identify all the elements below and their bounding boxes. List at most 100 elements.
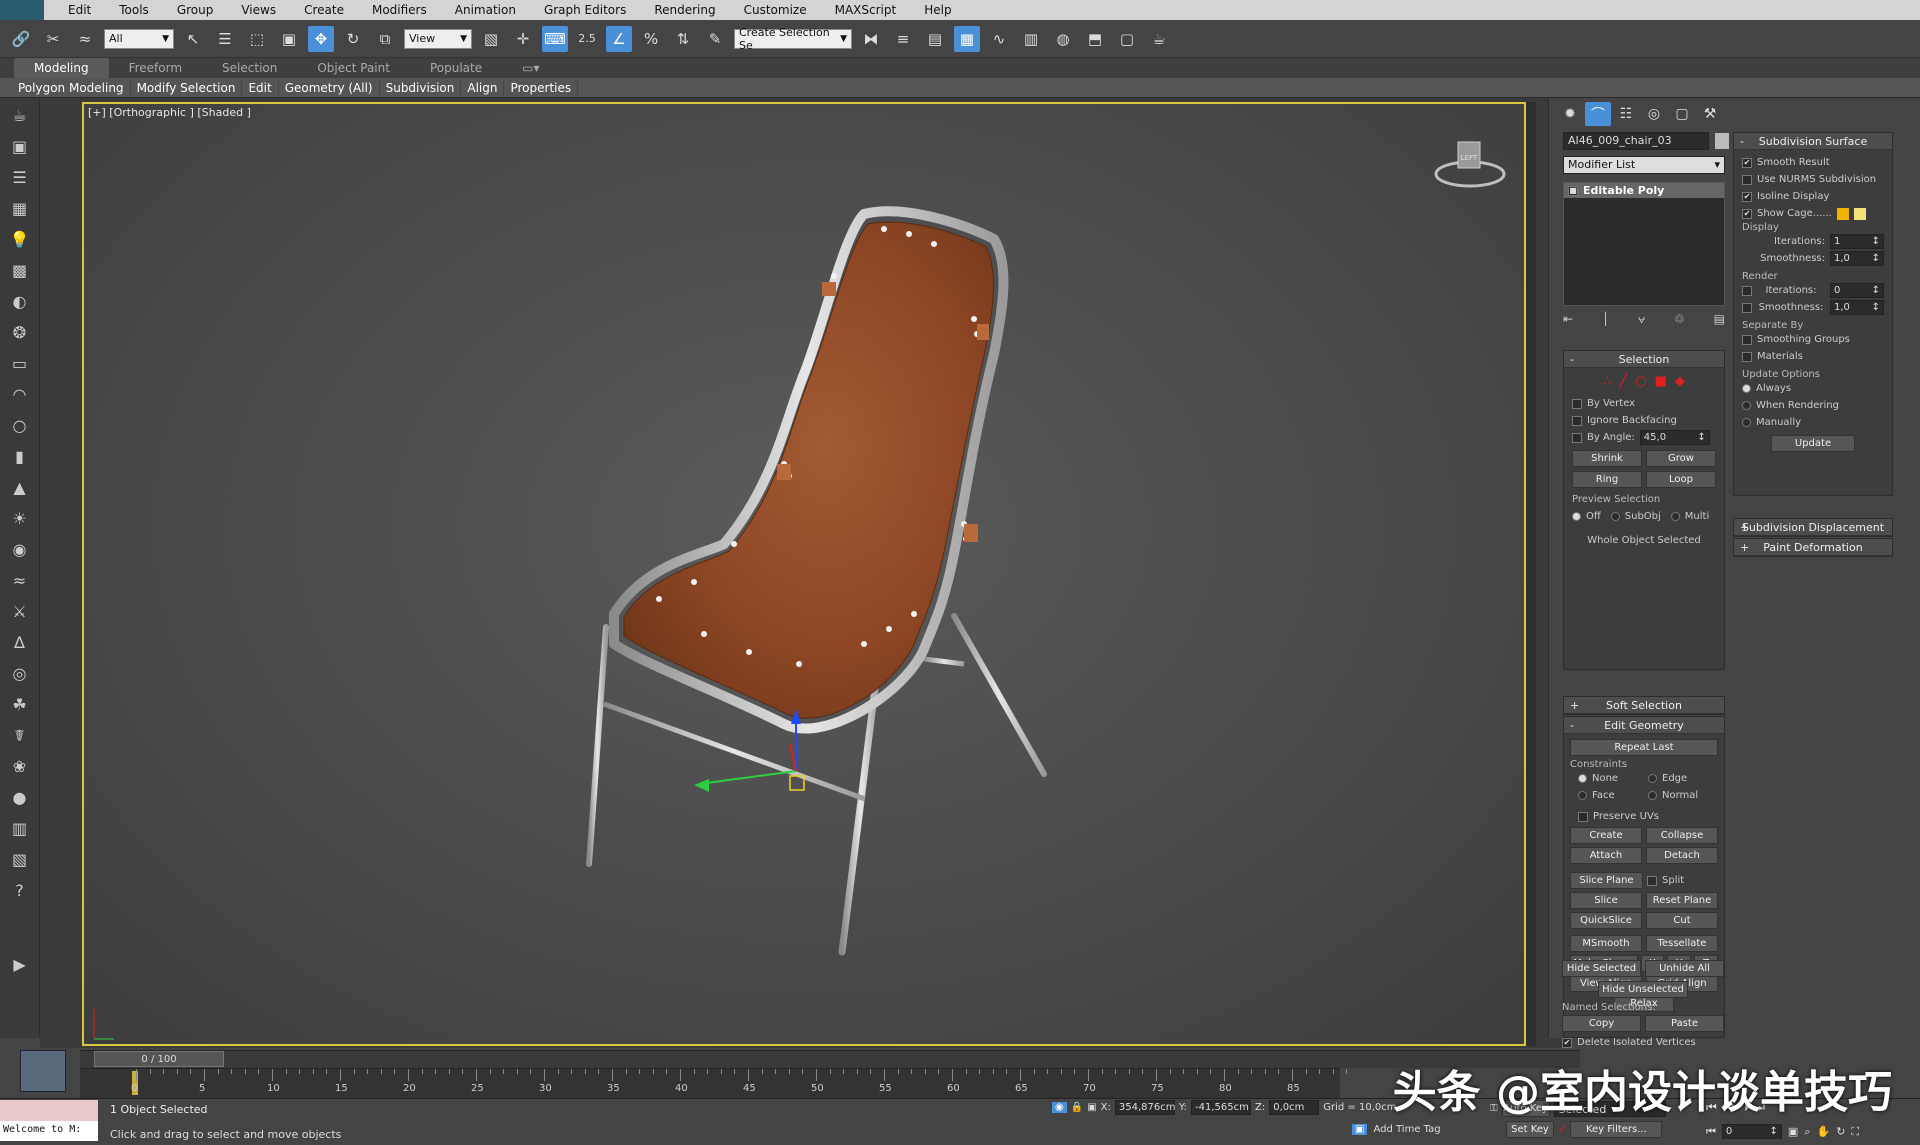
make-unique-icon[interactable]: ⩝ (1638, 312, 1645, 327)
named-selection-set-dropdown[interactable]: Create Selection Se ▼ (734, 26, 852, 52)
menu-help[interactable]: Help (910, 3, 965, 17)
constraint-normal-radio[interactable]: Normal (1648, 787, 1718, 804)
render-setup-icon[interactable]: ⬒ (1082, 26, 1108, 52)
collapse-button[interactable]: Collapse (1646, 827, 1718, 844)
update-always-radio[interactable]: Always (1742, 380, 1884, 397)
tab-selection[interactable]: Selection (202, 58, 297, 78)
box-icon[interactable]: ▭ (6, 350, 34, 376)
tab-populate[interactable]: Populate (410, 58, 502, 78)
delete-isolated-checkbox[interactable]: ✔ Delete Isolated Vertices (1562, 1034, 1724, 1051)
menu-edit[interactable]: Edit (54, 3, 105, 17)
selection-lock-icon[interactable]: 🔒 (1071, 1102, 1083, 1113)
spinner-snap-icon[interactable]: ⇅ (670, 26, 696, 52)
ribbon-align[interactable]: Align (461, 80, 505, 95)
ribbon-edit[interactable]: Edit (242, 80, 279, 95)
align-icon[interactable]: ≡ (890, 26, 916, 52)
add-time-tag[interactable]: Add Time Tag (1373, 1124, 1440, 1135)
render-frame-icon[interactable]: ▥ (6, 815, 34, 841)
display-iterations-spinner[interactable]: 1 ↕ (1830, 234, 1884, 249)
maximize-viewport-icon[interactable]: ⛶ (1851, 1125, 1859, 1139)
preview-off-radio[interactable]: Off (1572, 508, 1601, 525)
quickslice-button[interactable]: QuickSlice (1570, 912, 1642, 929)
current-frame-field[interactable]: 0 ↕ (1721, 1124, 1782, 1139)
orbit-icon[interactable]: ↻ (1836, 1125, 1845, 1138)
ignore-backfacing-checkbox[interactable]: Ignore Backfacing (1572, 412, 1716, 429)
menu-animation[interactable]: Animation (441, 3, 530, 17)
schematic-view-icon[interactable]: ▥ (1018, 26, 1044, 52)
angle-snap-icon[interactable]: ∠ (606, 25, 632, 52)
render-iterations-spinner[interactable]: 0 ↕ (1830, 283, 1884, 298)
snap-toggle-icon[interactable]: 2.5 (574, 26, 600, 52)
cylinder-icon[interactable]: ▮ (6, 443, 34, 469)
slice-plane-button[interactable]: Slice Plane (1570, 872, 1643, 889)
by-vertex-checkbox[interactable]: By Vertex (1572, 395, 1716, 412)
ring-button[interactable]: Ring (1572, 471, 1642, 488)
motion-tab-icon[interactable]: ◎ (1641, 102, 1667, 126)
stack-expand-icon[interactable]: ■ (1568, 185, 1578, 196)
ribbon-subdivision[interactable]: Subdivision (380, 80, 462, 95)
material-sphere-icon[interactable]: ● (6, 784, 34, 810)
rotate-icon[interactable]: ↻ (340, 26, 366, 52)
time-tag-icon[interactable]: ▣ (1352, 1124, 1368, 1135)
cut-button[interactable]: Cut (1646, 912, 1718, 929)
viewport-orthographic[interactable]: [+] [Orthographic ] [Shaded ] LEFT (82, 102, 1526, 1046)
update-when-rendering-radio[interactable]: When Rendering (1742, 397, 1884, 414)
hair-icon[interactable]: ≈ (6, 567, 34, 593)
mirror-icon[interactable]: ⧓ (858, 26, 884, 52)
tab-modeling[interactable]: Modeling (14, 58, 109, 78)
material-editor-icon[interactable]: ◍ (1050, 26, 1076, 52)
track-bar[interactable]: 0 5 10 15 20 25 30 35 40 45 50 55 60 65 70 75 80 85 (80, 1068, 1348, 1098)
bind-spacewarp-icon[interactable]: ≈ (72, 26, 98, 52)
polygon-mode-icon[interactable]: ■ (1655, 374, 1667, 389)
subdivision-surface-header[interactable]: - Subdivision Surface (1734, 133, 1892, 150)
grid-icon[interactable]: ▦ (6, 195, 34, 221)
configure-sets-icon[interactable]: ▤ (1714, 312, 1725, 327)
render-smoothness-checkbox[interactable] (1742, 302, 1752, 313)
key-mode-toggle-icon[interactable]: ⏮ (1706, 1125, 1716, 1139)
attach-button[interactable]: Attach (1570, 847, 1642, 864)
constraint-face-radio[interactable]: Face (1578, 787, 1648, 804)
camera-icon[interactable]: ▩ (6, 257, 34, 283)
layer-manager-icon[interactable]: ▤ (922, 26, 948, 52)
tessellate-button[interactable]: Tessellate (1646, 935, 1718, 952)
menu-customize[interactable]: Customize (730, 3, 821, 17)
utilities-tab-icon[interactable]: ⚒ (1697, 102, 1723, 126)
soft-selection-rollout[interactable]: + Soft Selection (1563, 696, 1725, 715)
render-teapot-icon[interactable]: ☕ (1146, 26, 1172, 52)
expand-arrow-icon[interactable]: ▶ (6, 951, 34, 977)
menu-views[interactable]: Views (227, 3, 290, 17)
sun-icon[interactable]: ☀ (6, 505, 34, 531)
bone-icon[interactable]: ⚔ (6, 598, 34, 624)
display-tab-icon[interactable]: ▢ (1669, 102, 1695, 126)
use-nurms-checkbox[interactable]: Use NURMS Subdivision (1742, 171, 1884, 188)
update-manually-radio[interactable]: Manually (1742, 414, 1884, 431)
selection-filter-dropdown[interactable]: All ▼ (104, 28, 174, 49)
viewcube[interactable]: LEFT (1430, 134, 1510, 194)
menu-modifiers[interactable]: Modifiers (358, 3, 441, 17)
settings-icon[interactable]: ▧ (6, 846, 34, 872)
unlink-icon[interactable]: ✂ (40, 26, 66, 52)
render-iterations-checkbox[interactable] (1742, 285, 1752, 296)
show-end-result-icon[interactable]: │ (1602, 312, 1609, 327)
viewport-scrollbar[interactable] (1526, 102, 1536, 1046)
time-slider-track[interactable] (80, 1050, 1580, 1068)
hierarchy-tab-icon[interactable]: ☷ (1613, 102, 1639, 126)
curve-editor-icon[interactable]: ∿ (986, 26, 1012, 52)
constraint-edge-radio[interactable]: Edge (1648, 770, 1718, 787)
ribbon-geometry-all[interactable]: Geometry (All) (279, 80, 380, 95)
menu-create[interactable]: Create (290, 3, 358, 17)
subdivision-displacement-rollout[interactable]: + Subdivision Displacement (1733, 518, 1893, 537)
create-tab-icon[interactable]: ✹ (1557, 102, 1583, 126)
torus-icon[interactable]: ◉ (6, 536, 34, 562)
smooth-result-checkbox[interactable]: ✔ Smooth Result (1742, 154, 1884, 171)
loop-button[interactable]: Loop (1646, 471, 1716, 488)
helper-icon[interactable]: ◐ (6, 288, 34, 314)
percent-snap-icon[interactable]: % (638, 26, 664, 52)
modify-tab-icon[interactable]: ⌒ (1585, 102, 1611, 126)
render-smoothness-spinner[interactable]: 1,0 ↕ (1830, 300, 1884, 315)
ribbon-properties[interactable]: Properties (504, 80, 579, 95)
keyboard-shortcut-icon[interactable]: ⌨ (542, 25, 568, 52)
pivot-center-icon[interactable]: ▧ (478, 26, 504, 52)
menu-rendering[interactable]: Rendering (640, 3, 729, 17)
scale-icon[interactable]: ⧉ (372, 26, 398, 52)
